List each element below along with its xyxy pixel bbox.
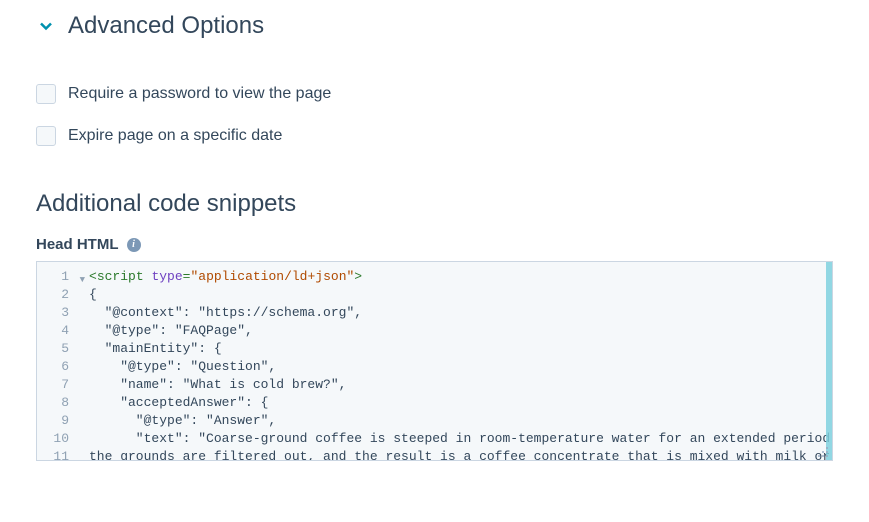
expire-page-checkbox[interactable] xyxy=(36,126,56,146)
accordion-title: Advanced Options xyxy=(68,12,264,40)
chevron-down-icon xyxy=(36,16,56,36)
advanced-options-toggle[interactable]: Advanced Options xyxy=(36,12,833,40)
head-html-editor[interactable]: 1▼234567891011 <script type="application… xyxy=(36,261,833,461)
info-icon[interactable]: i xyxy=(127,238,141,252)
head-html-label: Head HTML xyxy=(36,236,119,253)
expire-page-label[interactable]: Expire page on a specific date xyxy=(68,127,282,145)
resize-grip-icon[interactable] xyxy=(817,446,829,458)
require-password-checkbox[interactable] xyxy=(36,84,56,104)
require-password-label[interactable]: Require a password to view the page xyxy=(68,85,331,103)
code-content[interactable]: <script type="application/ld+json">{ "@c… xyxy=(85,262,832,460)
line-gutter: 1▼234567891011 xyxy=(37,262,77,460)
snippets-heading: Additional code snippets xyxy=(36,190,833,218)
